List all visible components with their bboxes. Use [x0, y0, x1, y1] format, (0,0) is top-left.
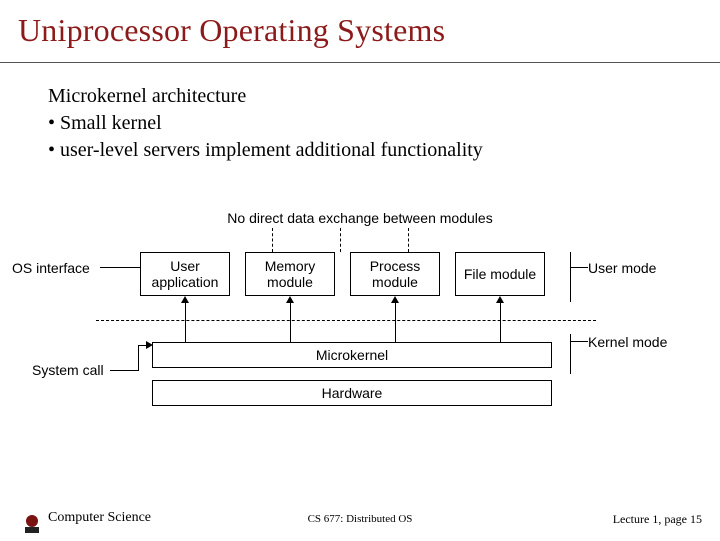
title-underline: [0, 62, 720, 63]
bullet-1: • Small kernel: [48, 110, 684, 137]
footer-right: Lecture 1, page 15: [613, 512, 702, 527]
file-line: File module: [464, 266, 536, 282]
user-mode-tick-h: [570, 267, 588, 268]
dash-1: [272, 228, 273, 252]
user-application-box: User application: [140, 252, 230, 296]
kernel-mode-tick-h: [570, 341, 588, 342]
slide-title: Uniprocessor Operating Systems: [0, 0, 720, 49]
footer: Computer Science CS 677: Distributed OS …: [0, 510, 720, 534]
process-line2: module: [372, 274, 418, 290]
syscall-h: [110, 370, 138, 371]
kernel-mode-label: Kernel mode: [588, 334, 667, 350]
syscall-v: [138, 345, 139, 371]
body-text: Microkernel architecture • Small kernel …: [0, 49, 720, 164]
architecture-diagram: No direct data exchange between modules …: [10, 210, 710, 480]
process-module-box: Process module: [350, 252, 440, 296]
hardware-box: Hardware: [152, 380, 552, 406]
mode-separator: [96, 320, 596, 321]
kernel-mode-tick-v: [570, 334, 571, 374]
memory-line1: Memory: [265, 258, 316, 274]
user-app-line1: User: [170, 258, 200, 274]
file-module-box: File module: [455, 252, 545, 296]
conn-4: [500, 302, 501, 342]
body-heading: Microkernel architecture: [48, 83, 684, 110]
conn-1: [185, 302, 186, 342]
user-mode-label: User mode: [588, 260, 656, 276]
conn-3: [395, 302, 396, 342]
dash-3: [408, 228, 409, 252]
os-interface-line: [100, 267, 140, 268]
user-app-line2: application: [152, 274, 219, 290]
process-line1: Process: [370, 258, 421, 274]
microkernel-box: Microkernel: [152, 342, 552, 368]
dash-2: [340, 228, 341, 252]
os-interface-label: OS interface: [12, 260, 90, 276]
memory-line2: module: [267, 274, 313, 290]
system-call-label: System call: [32, 362, 104, 378]
conn-2: [290, 302, 291, 342]
diagram-caption: No direct data exchange between modules: [10, 210, 710, 226]
memory-module-box: Memory module: [245, 252, 335, 296]
bullet-2: • user-level servers implement additiona…: [48, 137, 684, 164]
user-mode-tick-v: [570, 252, 571, 302]
